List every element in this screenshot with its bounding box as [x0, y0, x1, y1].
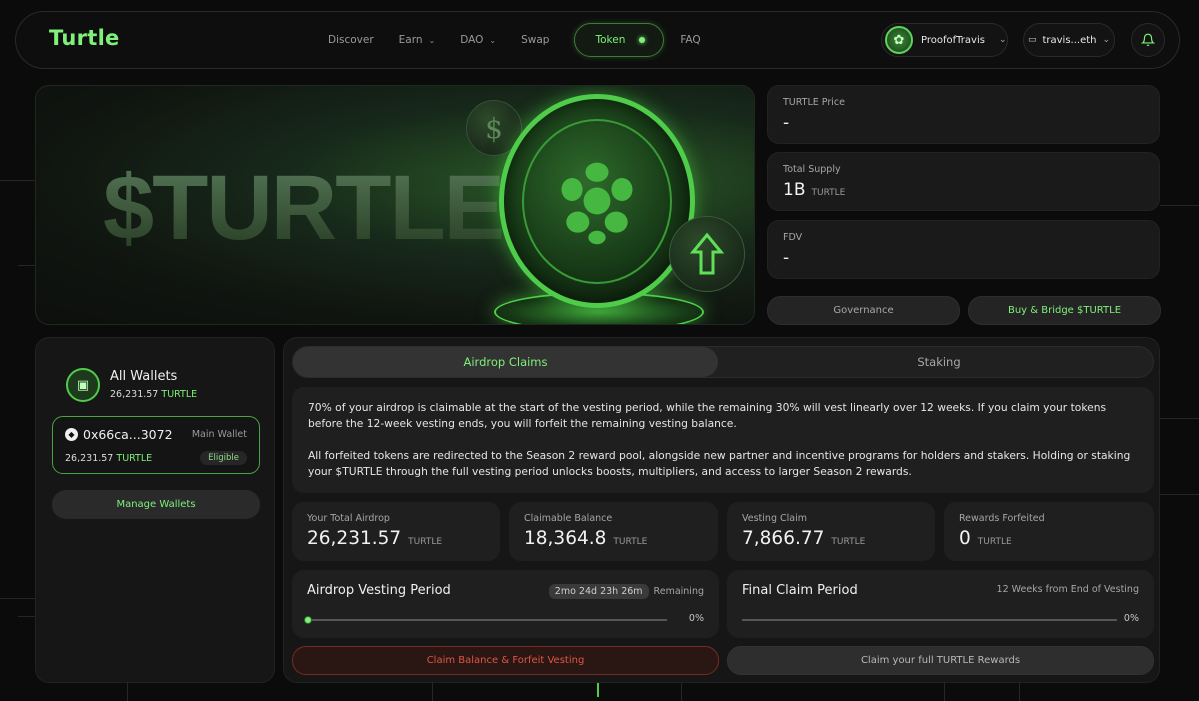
stat-turtle-price: TURTLE Price -: [767, 85, 1160, 144]
ethereum-icon: ◆: [65, 428, 78, 441]
claim-forfeit-button[interactable]: Claim Balance & Forfeit Vesting: [292, 646, 719, 675]
buy-bridge-button[interactable]: Buy & Bridge $TURTLE: [968, 296, 1161, 325]
top-navbar: Turtle Discover Earn ⌄ DAO ⌄ Swap Token FA…: [15, 11, 1180, 69]
airdrop-info: 70% of your airdrop is claimable at the …: [292, 387, 1154, 493]
metric-value: 18,364.8: [524, 528, 607, 549]
metric-unit: TURTLE: [977, 537, 1012, 547]
nav-discover[interactable]: Discover: [328, 34, 374, 46]
vesting-progress-percent: 0%: [688, 613, 704, 624]
nav-earn[interactable]: Earn ⌄: [399, 34, 436, 46]
wallet-amount: 26,231.57 TURTLE: [65, 453, 152, 464]
wallets-panel: ▣ All Wallets 26,231.57 TURTLE ◆ 0x66ca..…: [35, 337, 275, 683]
metric-label: Your Total Airdrop: [307, 513, 390, 524]
nav-faq[interactable]: FAQ: [680, 34, 700, 46]
tab-airdrop-claims[interactable]: Airdrop Claims: [293, 347, 718, 377]
wallet-name: travis...eth: [1042, 34, 1097, 46]
metric-unit: TURTLE: [613, 537, 648, 547]
nav-earn-label: Earn: [398, 34, 423, 46]
final-claim-note: 12 Weeks from End of Vesting: [996, 584, 1139, 595]
nav-token[interactable]: Token: [574, 23, 665, 57]
metric-value: 7,866.77: [742, 528, 825, 549]
nav-swap-label: Swap: [521, 34, 550, 46]
metric-label: Rewards Forfeited: [959, 513, 1045, 524]
turtle-logo[interactable]: Turtle: [49, 26, 120, 50]
stat-unit: TURTLE: [811, 188, 846, 198]
metric-label: Claimable Balance: [524, 513, 613, 524]
nav-dao-label: DAO: [460, 34, 484, 46]
chevron-down-icon: ⌄: [1102, 35, 1111, 45]
stat-value: -: [783, 113, 790, 133]
metric-unit: TURTLE: [408, 537, 443, 547]
nav-faq-label: FAQ: [680, 34, 701, 46]
chevron-down-icon: ⌄: [428, 35, 436, 45]
stat-value: -: [783, 248, 790, 268]
vesting-progress-track: [304, 616, 667, 624]
vesting-period-card: Airdrop Vesting Period 2mo 24d 23h 26m R…: [292, 570, 719, 638]
tab-staking[interactable]: Staking: [724, 347, 1154, 377]
user-menu[interactable]: ✿ ProofofTravis ⌄: [881, 23, 1008, 57]
countdown-badge: 2mo 24d 23h 26m: [548, 584, 649, 599]
governance-button[interactable]: Governance: [767, 296, 960, 325]
metric-value: 26,231.57: [307, 528, 402, 549]
airdrop-panel: Airdrop Claims Staking 70% of your airdr…: [283, 337, 1160, 683]
stat-fdv: FDV -: [767, 220, 1160, 279]
active-dot-icon: [639, 37, 646, 43]
remaining-time: 2mo 24d 23h 26m Remaining: [548, 584, 704, 599]
wallet-icon: ▣: [66, 368, 100, 402]
wallet-menu[interactable]: ▭ travis...eth ⌄: [1023, 23, 1115, 57]
final-claim-card: Final Claim Period 12 Weeks from End of …: [727, 570, 1154, 638]
metric-claimable-balance: Claimable Balance 18,364.8 TURTLE: [509, 502, 718, 561]
wallets-total: 26,231.57 TURTLE: [110, 389, 197, 400]
manage-wallets-button[interactable]: Manage Wallets: [52, 490, 260, 519]
token-hero-banner: $TURTLE $: [35, 85, 755, 325]
stat-label: FDV: [783, 232, 803, 243]
eligible-badge: Eligible: [200, 451, 247, 465]
turtle-coin-icon: [499, 94, 695, 308]
wallet-amount-value: 26,231.57: [65, 453, 114, 464]
avatar: ✿: [885, 26, 913, 54]
wallet-icon: ▭: [1027, 35, 1037, 45]
metric-unit: TURTLE: [831, 537, 866, 547]
hero-title: $TURTLE: [103, 157, 505, 259]
tab-bar: Airdrop Claims Staking: [292, 346, 1154, 378]
arrow-up-coin-icon: [669, 216, 745, 292]
metric-total-airdrop: Your Total Airdrop 26,231.57 TURTLE: [292, 502, 500, 561]
chevron-down-icon: ⌄: [489, 35, 497, 45]
nav-dao[interactable]: DAO ⌄: [460, 34, 496, 46]
stat-label: TURTLE Price: [783, 97, 845, 108]
info-paragraph: All forfeited tokens are redirected to t…: [308, 449, 1131, 478]
notifications-bell-icon[interactable]: [1131, 23, 1165, 57]
main-wallet-tag: Main Wallet: [191, 429, 247, 440]
metric-vesting-claim: Vesting Claim 7,866.77 TURTLE: [727, 502, 935, 561]
chevron-down-icon: ⌄: [998, 35, 1007, 45]
nav-links: Discover Earn ⌄ DAO ⌄ Swap Token FAQ: [328, 23, 726, 57]
nav-discover-label: Discover: [328, 34, 374, 46]
wallet-address: ◆ 0x66ca...3072: [65, 427, 173, 442]
metric-rewards-forfeited: Rewards Forfeited 0 TURTLE: [944, 502, 1154, 561]
progress-handle: [304, 616, 312, 624]
coin-symbol: $: [485, 111, 503, 145]
wallet-card[interactable]: ◆ 0x66ca...3072 Main Wallet 26,231.57 TUR…: [52, 416, 260, 474]
wallet-amount-unit: TURTLE: [116, 453, 153, 464]
wallets-title: All Wallets: [110, 369, 178, 384]
stat-label: Total Supply: [783, 164, 841, 175]
username: ProofofTravis: [921, 34, 985, 46]
metric-label: Vesting Claim: [742, 513, 807, 524]
claim-full-rewards-button[interactable]: Claim your full TURTLE Rewards: [727, 646, 1154, 675]
wallets-unit: TURTLE: [161, 389, 198, 400]
wallets-amount: 26,231.57: [110, 389, 159, 400]
stat-total-supply: Total Supply 1B TURTLE: [767, 152, 1160, 211]
remaining-label: Remaining: [653, 586, 704, 597]
metric-value: 0: [959, 528, 971, 549]
wallet-address-text: 0x66ca...3072: [83, 427, 173, 442]
final-claim-progress-track: [742, 619, 1117, 621]
nav-swap[interactable]: Swap: [521, 34, 549, 46]
final-claim-progress-percent: 0%: [1123, 613, 1139, 624]
nav-token-label: Token: [595, 34, 626, 46]
stat-value: 1B: [783, 180, 806, 200]
info-paragraph: 70% of your airdrop is claimable at the …: [308, 401, 1107, 430]
